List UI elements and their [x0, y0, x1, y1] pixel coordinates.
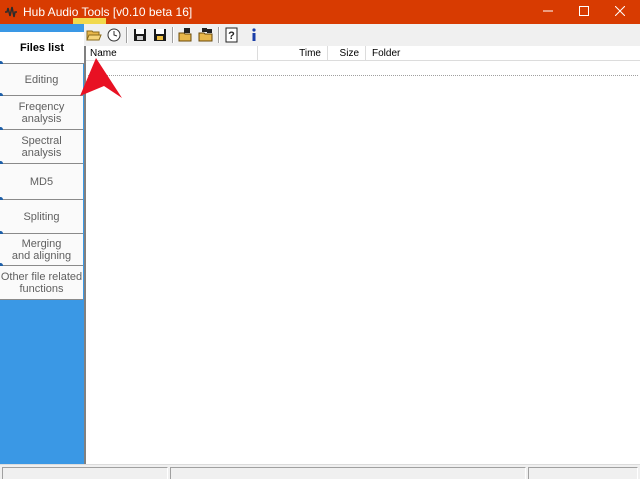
info-button[interactable] — [244, 26, 264, 44]
sidebar-item-label: Spectral analysis — [21, 134, 62, 159]
svg-text:?: ? — [228, 30, 235, 42]
sidebar-item-spliting[interactable]: Spliting — [0, 200, 83, 236]
save-button[interactable] — [130, 26, 150, 44]
save-all-icon — [154, 29, 166, 41]
sidebar-item-label: Editing — [24, 73, 59, 86]
open-icon — [178, 28, 192, 42]
sidebar-item-spectral-analysis[interactable]: Spectral analysis — [0, 130, 83, 166]
toolbar-separator — [218, 27, 220, 43]
close-icon — [615, 6, 625, 16]
maximize-icon — [579, 6, 589, 16]
toolbar: ? — [84, 24, 640, 46]
file-list-header: Name Time Size Folder — [86, 46, 640, 61]
save-icon — [134, 29, 146, 41]
open-file-button[interactable] — [176, 26, 196, 44]
minimize-icon — [543, 10, 553, 12]
help-icon: ? — [225, 27, 238, 43]
status-panel-3 — [528, 467, 638, 479]
batch-open-icon — [198, 28, 213, 42]
annotation-arrow — [80, 58, 122, 98]
open-folder-button[interactable] — [84, 26, 104, 44]
timer-button[interactable] — [104, 26, 124, 44]
file-list[interactable]: Name Time Size Folder — [84, 46, 640, 464]
status-panel-2 — [170, 467, 526, 479]
toolbar-separator — [126, 27, 128, 43]
sidebar-item-other-file-related-functions[interactable]: Other file related functions — [0, 266, 83, 300]
status-panel-1 — [2, 467, 168, 479]
open-folder-icon — [86, 30, 102, 41]
sidebar-item-label: Freqency analysis — [18, 100, 65, 125]
sidebar-item-label: Merging and aligning — [11, 237, 72, 262]
app-icon — [5, 6, 17, 18]
sidebar-item-label: Other file related functions — [0, 270, 83, 295]
close-button[interactable] — [597, 0, 640, 24]
sidebar-item-label: MD5 — [29, 175, 54, 188]
window-title: Hub Audio Tools [v0.10 beta 16] — [23, 5, 193, 19]
sidebar-item-md5[interactable]: MD5 — [0, 164, 83, 202]
column-header-size[interactable]: Size — [328, 46, 366, 61]
help-button[interactable]: ? — [222, 26, 242, 44]
sidebar: Files list Editing Freqency analysis Spe… — [0, 24, 84, 464]
sidebar-item-merging-and-aligning[interactable]: Merging and aligning — [0, 234, 83, 268]
sidebar-item-editing[interactable]: Editing — [0, 64, 83, 98]
clock-icon — [107, 28, 121, 42]
column-header-time[interactable]: Time — [258, 46, 328, 61]
info-icon — [252, 28, 256, 41]
sidebar-item-label: Spliting — [23, 210, 60, 223]
status-bar — [0, 464, 640, 479]
save-all-button[interactable] — [150, 26, 170, 44]
sidebar-item-label: Files list — [19, 41, 65, 54]
sidebar-item-files-list[interactable]: Files list — [0, 32, 84, 66]
list-focus-line — [88, 75, 638, 76]
sidebar-item-frequency-analysis[interactable]: Freqency analysis — [0, 96, 83, 132]
batch-open-button[interactable] — [196, 26, 216, 44]
toolbar-separator — [172, 27, 174, 43]
column-header-folder[interactable]: Folder — [366, 46, 640, 61]
